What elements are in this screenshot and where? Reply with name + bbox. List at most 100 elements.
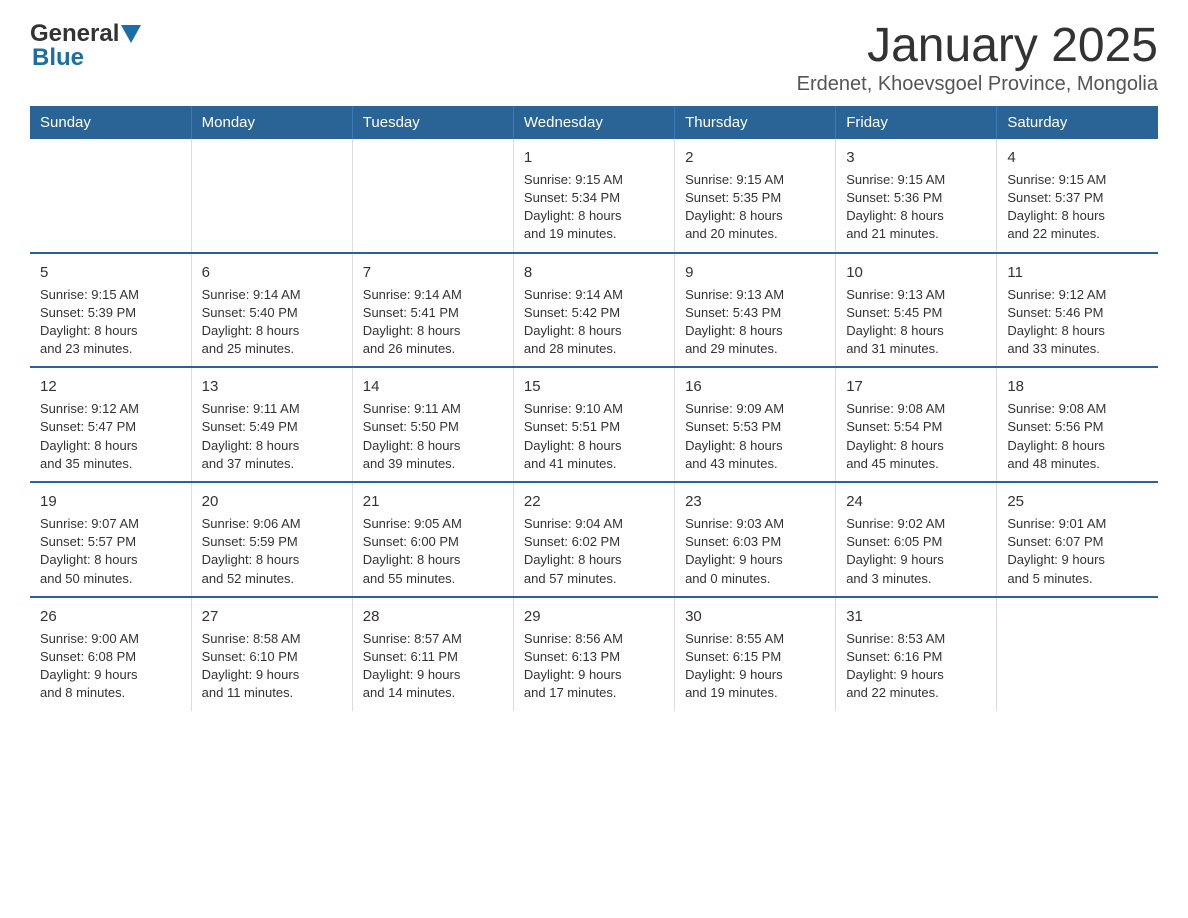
day-number: 20	[202, 491, 342, 512]
day-info: Sunrise: 9:10 AM Sunset: 5:51 PM Dayligh…	[524, 400, 664, 473]
calendar-cell: 11Sunrise: 9:12 AM Sunset: 5:46 PM Dayli…	[997, 253, 1158, 368]
day-number: 19	[40, 491, 181, 512]
day-number: 7	[363, 262, 503, 283]
day-number: 12	[40, 376, 181, 397]
day-info: Sunrise: 9:15 AM Sunset: 5:34 PM Dayligh…	[524, 171, 664, 244]
day-info: Sunrise: 9:01 AM Sunset: 6:07 PM Dayligh…	[1007, 515, 1148, 588]
day-number: 30	[685, 606, 825, 627]
weekday-header-friday: Friday	[836, 106, 997, 139]
day-info: Sunrise: 9:14 AM Sunset: 5:41 PM Dayligh…	[363, 286, 503, 359]
day-number: 22	[524, 491, 664, 512]
calendar-cell: 23 Sunrise: 9:03 AM Sunset: 6:03 PM Dayli…	[675, 482, 836, 597]
page-subtitle: Erdenet, Khoevsgoel Province, Mongolia	[797, 73, 1158, 96]
calendar-cell: 1 Sunrise: 9:15 AM Sunset: 5:34 PM Daylig…	[513, 139, 674, 253]
calendar-cell: 3 Sunrise: 9:15 AM Sunset: 5:36 PM Daylig…	[836, 139, 997, 253]
day-number: 13	[202, 376, 342, 397]
day-info: Sunrise: 9:00 AM Sunset: 6:08 PM Dayligh…	[40, 630, 181, 703]
weekday-header-tuesday: Tuesday	[352, 106, 513, 139]
day-number: 14	[363, 376, 503, 397]
day-info: Sunrise: 9:15 AM Sunset: 5:39 PM Dayligh…	[40, 286, 181, 359]
title-block: January 2025 Erdenet, Khoevsgoel Provinc…	[797, 20, 1158, 96]
calendar-cell: 18 Sunrise: 9:08 AM Sunset: 5:56 PM Dayli…	[997, 367, 1158, 482]
calendar-cell: 21 Sunrise: 9:05 AM Sunset: 6:00 PM Dayli…	[352, 482, 513, 597]
weekday-header-row: SundayMondayTuesdayWednesdayThursdayFrid…	[30, 106, 1158, 139]
calendar-cell: 2 Sunrise: 9:15 AM Sunset: 5:35 PM Daylig…	[675, 139, 836, 253]
day-number: 29	[524, 606, 664, 627]
calendar-cell: 31 Sunrise: 8:53 AM Sunset: 6:16 PM Dayli…	[836, 597, 997, 711]
day-number: 21	[363, 491, 503, 512]
calendar-cell	[352, 139, 513, 253]
day-number: 31	[846, 606, 986, 627]
day-info: Sunrise: 9:06 AM Sunset: 5:59 PM Dayligh…	[202, 515, 342, 588]
calendar-cell: 6 Sunrise: 9:14 AM Sunset: 5:40 PM Daylig…	[191, 253, 352, 368]
calendar-cell: 4 Sunrise: 9:15 AM Sunset: 5:37 PM Daylig…	[997, 139, 1158, 253]
day-info: Sunrise: 9:11 AM Sunset: 5:50 PM Dayligh…	[363, 400, 503, 473]
day-info: Sunrise: 8:55 AM Sunset: 6:15 PM Dayligh…	[685, 630, 825, 703]
day-info: Sunrise: 9:13 AM Sunset: 5:43 PM Dayligh…	[685, 286, 825, 359]
calendar-cell: 20 Sunrise: 9:06 AM Sunset: 5:59 PM Dayli…	[191, 482, 352, 597]
calendar-cell: 17 Sunrise: 9:08 AM Sunset: 5:54 PM Dayli…	[836, 367, 997, 482]
week-row-3: 12Sunrise: 9:12 AM Sunset: 5:47 PM Dayli…	[30, 367, 1158, 482]
day-number: 6	[202, 262, 342, 283]
day-info: Sunrise: 9:15 AM Sunset: 5:37 PM Dayligh…	[1007, 171, 1148, 244]
day-number: 18	[1007, 376, 1148, 397]
weekday-header-sunday: Sunday	[30, 106, 191, 139]
weekday-header-saturday: Saturday	[997, 106, 1158, 139]
logo-blue-text: Blue	[30, 44, 84, 72]
weekday-header-monday: Monday	[191, 106, 352, 139]
calendar-cell: 5Sunrise: 9:15 AM Sunset: 5:39 PM Daylig…	[30, 253, 191, 368]
day-number: 24	[846, 491, 986, 512]
calendar-cell	[997, 597, 1158, 711]
logo-triangle-icon	[121, 25, 141, 43]
day-info: Sunrise: 9:13 AM Sunset: 5:45 PM Dayligh…	[846, 286, 986, 359]
day-number: 1	[524, 147, 664, 168]
calendar-cell: 25 Sunrise: 9:01 AM Sunset: 6:07 PM Dayli…	[997, 482, 1158, 597]
day-info: Sunrise: 9:08 AM Sunset: 5:54 PM Dayligh…	[846, 400, 986, 473]
calendar-table: SundayMondayTuesdayWednesdayThursdayFrid…	[30, 106, 1158, 711]
calendar-cell: 14 Sunrise: 9:11 AM Sunset: 5:50 PM Dayli…	[352, 367, 513, 482]
weekday-header-wednesday: Wednesday	[513, 106, 674, 139]
day-number: 23	[685, 491, 825, 512]
calendar-cell: 8Sunrise: 9:14 AM Sunset: 5:42 PM Daylig…	[513, 253, 674, 368]
calendar-cell: 26 Sunrise: 9:00 AM Sunset: 6:08 PM Dayli…	[30, 597, 191, 711]
day-info: Sunrise: 9:07 AM Sunset: 5:57 PM Dayligh…	[40, 515, 181, 588]
calendar-cell	[191, 139, 352, 253]
calendar-cell: 7 Sunrise: 9:14 AM Sunset: 5:41 PM Daylig…	[352, 253, 513, 368]
day-info: Sunrise: 9:11 AM Sunset: 5:49 PM Dayligh…	[202, 400, 342, 473]
week-row-1: 1 Sunrise: 9:15 AM Sunset: 5:34 PM Daylig…	[30, 139, 1158, 253]
day-info: Sunrise: 9:15 AM Sunset: 5:36 PM Dayligh…	[846, 171, 986, 244]
week-row-2: 5Sunrise: 9:15 AM Sunset: 5:39 PM Daylig…	[30, 253, 1158, 368]
page-title: January 2025	[797, 20, 1158, 73]
day-info: Sunrise: 9:03 AM Sunset: 6:03 PM Dayligh…	[685, 515, 825, 588]
week-row-5: 26 Sunrise: 9:00 AM Sunset: 6:08 PM Dayli…	[30, 597, 1158, 711]
day-info: Sunrise: 9:05 AM Sunset: 6:00 PM Dayligh…	[363, 515, 503, 588]
day-number: 10	[846, 262, 986, 283]
day-info: Sunrise: 9:08 AM Sunset: 5:56 PM Dayligh…	[1007, 400, 1148, 473]
day-number: 26	[40, 606, 181, 627]
day-info: Sunrise: 8:58 AM Sunset: 6:10 PM Dayligh…	[202, 630, 342, 703]
day-info: Sunrise: 9:14 AM Sunset: 5:42 PM Dayligh…	[524, 286, 664, 359]
calendar-cell: 16Sunrise: 9:09 AM Sunset: 5:53 PM Dayli…	[675, 367, 836, 482]
day-number: 17	[846, 376, 986, 397]
day-info: Sunrise: 9:15 AM Sunset: 5:35 PM Dayligh…	[685, 171, 825, 244]
day-info: Sunrise: 9:14 AM Sunset: 5:40 PM Dayligh…	[202, 286, 342, 359]
day-number: 27	[202, 606, 342, 627]
day-number: 15	[524, 376, 664, 397]
day-number: 25	[1007, 491, 1148, 512]
day-number: 16	[685, 376, 825, 397]
weekday-header-thursday: Thursday	[675, 106, 836, 139]
calendar-cell: 19 Sunrise: 9:07 AM Sunset: 5:57 PM Dayli…	[30, 482, 191, 597]
day-info: Sunrise: 8:53 AM Sunset: 6:16 PM Dayligh…	[846, 630, 986, 703]
day-number: 4	[1007, 147, 1148, 168]
calendar-cell: 30 Sunrise: 8:55 AM Sunset: 6:15 PM Dayli…	[675, 597, 836, 711]
day-info: Sunrise: 9:04 AM Sunset: 6:02 PM Dayligh…	[524, 515, 664, 588]
day-info: Sunrise: 8:56 AM Sunset: 6:13 PM Dayligh…	[524, 630, 664, 703]
calendar-cell: 13 Sunrise: 9:11 AM Sunset: 5:49 PM Dayli…	[191, 367, 352, 482]
calendar-cell: 22 Sunrise: 9:04 AM Sunset: 6:02 PM Dayli…	[513, 482, 674, 597]
day-number: 2	[685, 147, 825, 168]
day-number: 3	[846, 147, 986, 168]
calendar-cell: 15 Sunrise: 9:10 AM Sunset: 5:51 PM Dayli…	[513, 367, 674, 482]
day-number: 9	[685, 262, 825, 283]
calendar-cell: 27 Sunrise: 8:58 AM Sunset: 6:10 PM Dayli…	[191, 597, 352, 711]
day-info: Sunrise: 9:12 AM Sunset: 5:46 PM Dayligh…	[1007, 286, 1148, 359]
